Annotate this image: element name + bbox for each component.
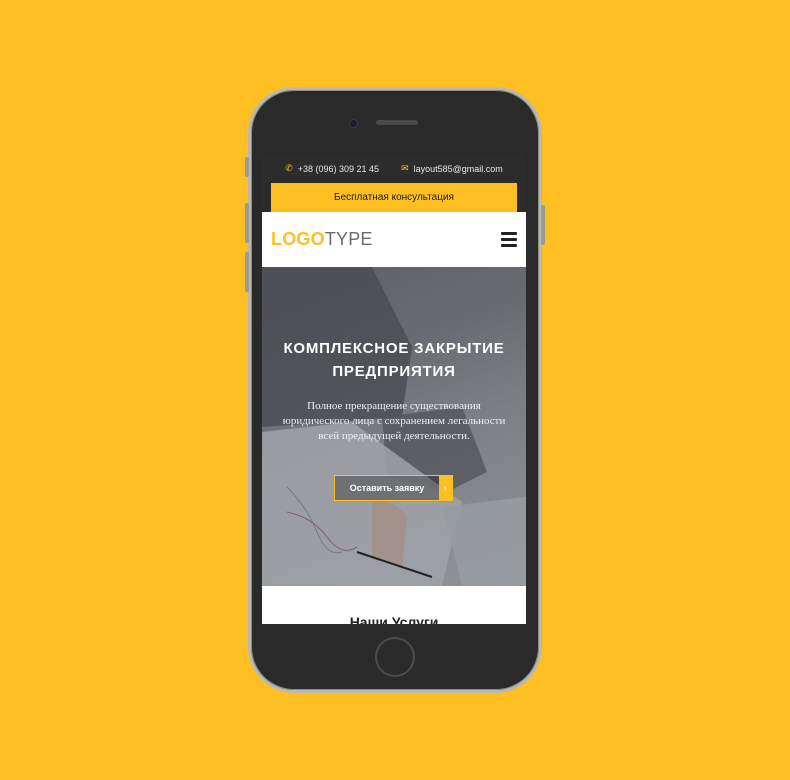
phone-icon: ✆ bbox=[285, 163, 293, 173]
site-header: LOGOTYPE bbox=[262, 212, 526, 267]
hero-title-line-1: КОМПЛЕКСНОЕ ЗАКРЫТИЕ bbox=[283, 340, 505, 357]
hero-subtitle-line-3: всей предыдущей деятельности. bbox=[318, 430, 470, 442]
camera-icon bbox=[349, 119, 358, 128]
volume-down-button bbox=[245, 252, 249, 292]
speaker-grille bbox=[376, 120, 418, 125]
logo-part-bold: LOGO bbox=[271, 229, 325, 249]
home-button[interactable] bbox=[375, 637, 415, 677]
hero-title: КОМПЛЕКСНОЕ ЗАКРЫТИЕ ПРЕДПРИЯТИЯ bbox=[262, 337, 526, 383]
hero-title-line-2: ПРЕДПРИЯТИЯ bbox=[332, 363, 456, 380]
hamburger-line bbox=[501, 244, 517, 247]
hero-subtitle-line-1: Полное прекращение существования bbox=[307, 400, 481, 412]
services-title: Наши Услуги bbox=[349, 614, 439, 624]
mute-switch bbox=[245, 157, 249, 177]
email-address: layout585@gmail.com bbox=[413, 163, 503, 174]
contact-bar: ✆ +38 (096) 309 21 45 ✉ layout585@gmail.… bbox=[262, 154, 526, 183]
chevron-right-icon: › bbox=[439, 476, 452, 500]
hero-text: КОМПЛЕКСНОЕ ЗАКРЫТИЕ ПРЕДПРИЯТИЯ Полное … bbox=[262, 337, 526, 444]
hero-subtitle: Полное прекращение существования юридиче… bbox=[262, 399, 526, 444]
free-consultation-button[interactable]: Бесплатная консультация bbox=[271, 183, 517, 212]
power-button bbox=[541, 205, 545, 245]
services-section: Наши Услуги bbox=[262, 586, 526, 624]
volume-up-button bbox=[245, 203, 249, 243]
hero-section: КОМПЛЕКСНОЕ ЗАКРЫТИЕ ПРЕДПРИЯТИЯ Полное … bbox=[262, 267, 526, 586]
hamburger-line bbox=[501, 232, 517, 235]
leave-request-label: Оставить заявку bbox=[349, 483, 425, 493]
hamburger-icon[interactable] bbox=[501, 232, 517, 247]
logo[interactable]: LOGOTYPE bbox=[271, 229, 373, 250]
phone-screen: ✆ +38 (096) 309 21 45 ✉ layout585@gmail.… bbox=[262, 154, 526, 624]
email-contact[interactable]: ✉ layout585@gmail.com bbox=[401, 163, 503, 174]
logo-part-light: TYPE bbox=[324, 229, 373, 249]
hamburger-line bbox=[501, 238, 517, 241]
envelope-icon: ✉ bbox=[401, 163, 409, 173]
phone-number: +38 (096) 309 21 45 bbox=[297, 163, 380, 174]
leave-request-button[interactable]: Оставить заявку › bbox=[334, 475, 453, 501]
phone-contact[interactable]: ✆ +38 (096) 309 21 45 bbox=[285, 163, 379, 174]
hero-subtitle-line-2: юридического лица с сохранением легально… bbox=[282, 415, 506, 427]
